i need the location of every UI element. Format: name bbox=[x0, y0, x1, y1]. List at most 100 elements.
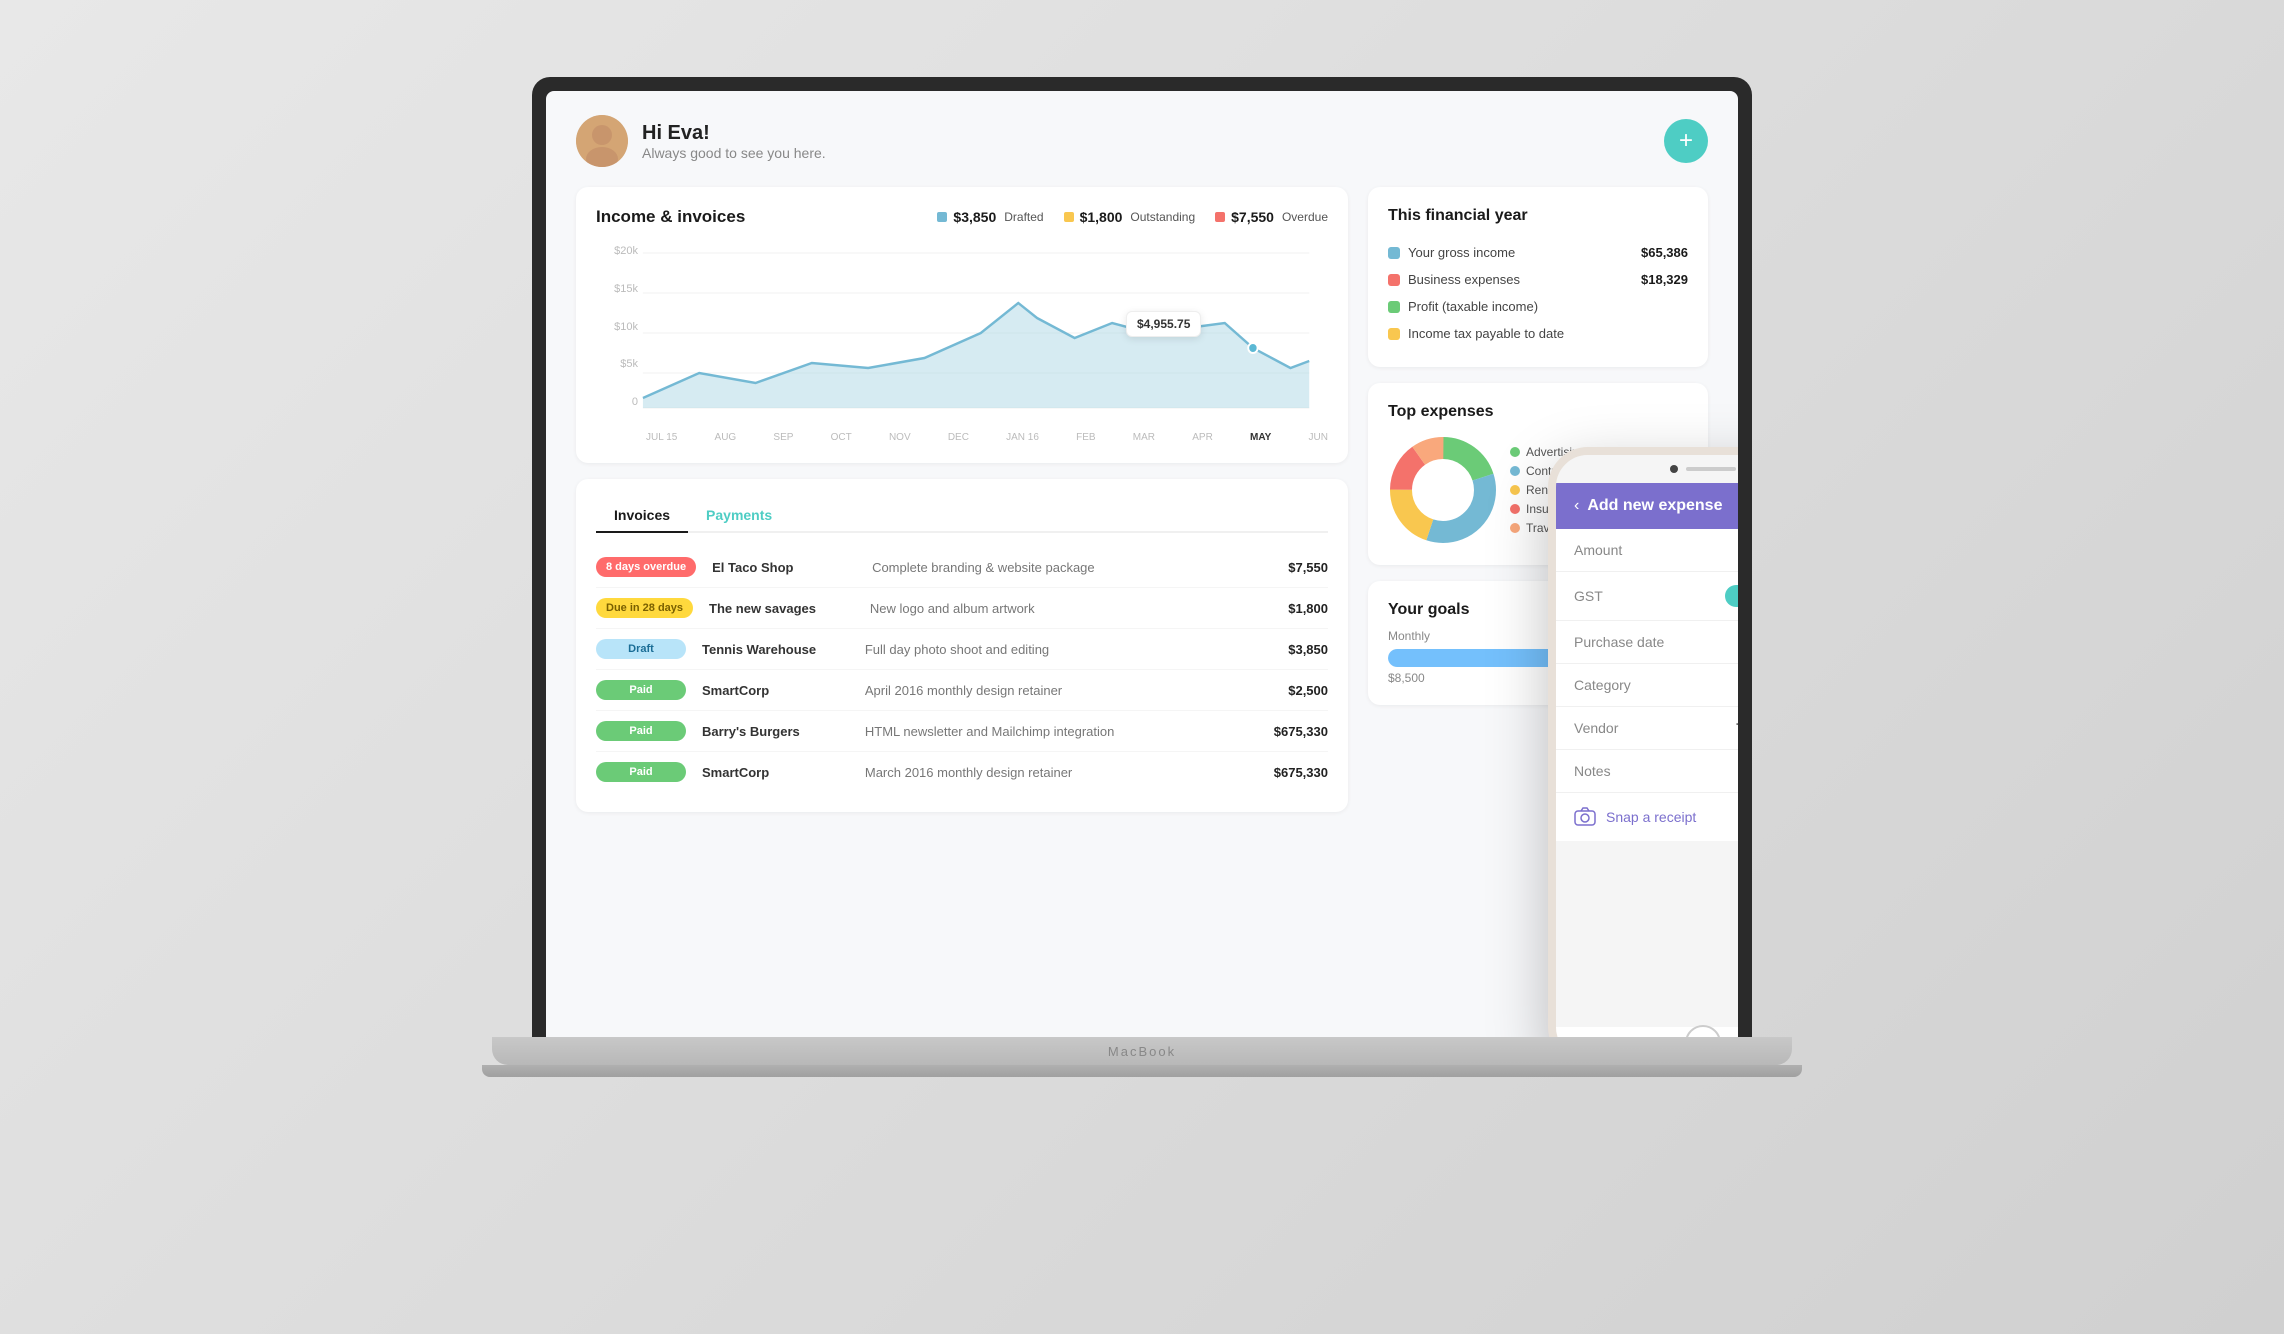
x-label-11: JUN bbox=[1309, 432, 1328, 443]
invoice-desc: Full day photo shoot and editing bbox=[865, 642, 1232, 657]
client-name: The new savages bbox=[709, 601, 854, 616]
laptop-base-lip bbox=[482, 1065, 1802, 1077]
fy-row-left-0: Your gross income bbox=[1388, 245, 1515, 260]
left-panel: Income & invoices $3,850 Drafted bbox=[576, 187, 1348, 1005]
add-button[interactable]: + bbox=[1664, 119, 1708, 163]
invoice-desc: Complete branding & website package bbox=[872, 560, 1232, 575]
donut-hole bbox=[1415, 462, 1471, 518]
x-label-10: MAY bbox=[1250, 432, 1271, 443]
client-name: Tennis Warehouse bbox=[702, 642, 849, 657]
home-button[interactable] bbox=[1685, 1025, 1721, 1037]
vendor-value: Ted's Camera bbox=[1736, 720, 1738, 736]
y-label-5k: $5k bbox=[596, 358, 638, 370]
chart-title: Income & invoices bbox=[596, 207, 745, 227]
outstanding-dot bbox=[1064, 212, 1074, 222]
phone-row-date: Purchase date 5 Jun, 2016 › bbox=[1556, 621, 1738, 664]
fy-title: This financial year bbox=[1388, 207, 1688, 225]
phone-row-gst: GST $305.72 › bbox=[1556, 572, 1738, 621]
status-badge: Draft bbox=[596, 639, 686, 659]
fy-row-2: Profit (taxable income) bbox=[1388, 293, 1688, 320]
invoice-desc: April 2016 monthly design retainer bbox=[865, 683, 1232, 698]
chart-svg bbox=[596, 243, 1328, 443]
fy-dot-1 bbox=[1388, 274, 1400, 286]
fy-row-1: Business expenses $18,329 bbox=[1388, 266, 1688, 293]
phone-speaker bbox=[1686, 467, 1736, 471]
exp-dot-rent bbox=[1510, 485, 1520, 495]
y-label-15k: $15k bbox=[596, 283, 638, 295]
top-exp-title: Top expenses bbox=[1388, 403, 1688, 421]
invoice-amount: $7,550 bbox=[1248, 560, 1328, 575]
y-label-10k: $10k bbox=[596, 321, 638, 333]
client-name: SmartCorp bbox=[702, 765, 849, 780]
fy-amount-1: $18,329 bbox=[1641, 272, 1688, 287]
tab-invoices[interactable]: Invoices bbox=[596, 499, 688, 533]
snap-left: Snap a receipt bbox=[1574, 806, 1696, 828]
laptop-base: MacBook bbox=[492, 1037, 1792, 1065]
fy-label-3: Income tax payable to date bbox=[1408, 326, 1564, 341]
x-label-6: JAN 16 bbox=[1006, 432, 1039, 443]
table-row: Due in 28 days The new savages New logo … bbox=[596, 588, 1328, 629]
table-row: 8 days overdue El Taco Shop Complete bra… bbox=[596, 547, 1328, 588]
table-row: Draft Tennis Warehouse Full day photo sh… bbox=[596, 629, 1328, 670]
invoice-amount: $1,800 bbox=[1248, 601, 1328, 616]
x-label-2: SEP bbox=[773, 432, 793, 443]
fy-amount-0: $65,386 bbox=[1641, 245, 1688, 260]
legend-drafted: $3,850 Drafted bbox=[937, 209, 1043, 225]
tooltip-value: $4,955.75 bbox=[1137, 317, 1190, 331]
phone-row-amount: Amount $3,363.00 › bbox=[1556, 529, 1738, 572]
invoice-list: 8 days overdue El Taco Shop Complete bra… bbox=[596, 547, 1328, 792]
fy-row-3: Income tax payable to date bbox=[1388, 320, 1688, 347]
client-name: El Taco Shop bbox=[712, 560, 856, 575]
x-label-5: DEC bbox=[948, 432, 969, 443]
phone-value-gst: $305.72 › bbox=[1725, 585, 1738, 607]
invoice-desc: March 2016 monthly design retainer bbox=[865, 765, 1232, 780]
invoice-amount: $2,500 bbox=[1248, 683, 1328, 698]
donut-chart bbox=[1388, 435, 1498, 545]
phone-device: ‹ Add new expense Amount $3,363.00 › bbox=[1548, 447, 1738, 1037]
chart-legend: $3,850 Drafted $1,800 Outstanding bbox=[937, 209, 1328, 225]
fy-row-left-3: Income tax payable to date bbox=[1388, 326, 1564, 341]
status-badge: 8 days overdue bbox=[596, 557, 696, 577]
phone-label-category: Category bbox=[1574, 677, 1631, 693]
header-text: Hi Eva! Always good to see you here. bbox=[642, 122, 826, 161]
camera-icon bbox=[1574, 806, 1596, 828]
tab-payments[interactable]: Payments bbox=[688, 499, 790, 533]
chart-card: Income & invoices $3,850 Drafted bbox=[576, 187, 1348, 463]
phone-label-gst: GST bbox=[1574, 588, 1603, 604]
outstanding-amount: $1,800 bbox=[1080, 209, 1123, 225]
snap-label: Snap a receipt bbox=[1606, 809, 1696, 825]
exp-dot-advertising bbox=[1510, 447, 1520, 457]
phone-row-category: Category Camera gear › bbox=[1556, 664, 1738, 707]
phone-label-vendor: Vendor bbox=[1574, 720, 1618, 736]
phone-header: ‹ Add new expense bbox=[1556, 483, 1738, 529]
overdue-label: Overdue bbox=[1282, 210, 1328, 224]
phone-label-notes: Notes bbox=[1574, 763, 1611, 779]
laptop-device: Hi Eva! Always good to see you here. + bbox=[482, 77, 1802, 1257]
client-name: SmartCorp bbox=[702, 683, 849, 698]
gst-toggle[interactable] bbox=[1725, 585, 1738, 607]
drafted-label: Drafted bbox=[1004, 210, 1043, 224]
phone-label-date: Purchase date bbox=[1574, 634, 1664, 650]
client-name: Barry's Burgers bbox=[702, 724, 849, 739]
status-badge: Paid bbox=[596, 680, 686, 700]
chart-tooltip: $4,955.75 bbox=[1126, 311, 1201, 337]
invoice-amount: $675,330 bbox=[1248, 724, 1328, 739]
y-label-20k: $20k bbox=[596, 245, 638, 257]
x-label-0: JUL 15 bbox=[646, 432, 677, 443]
phone-row-notes: Notes Nikon D810 › bbox=[1556, 750, 1738, 793]
phone-title: Add new expense bbox=[1587, 497, 1722, 515]
phone-row-snap[interactable]: Snap a receipt › bbox=[1556, 793, 1738, 841]
avatar bbox=[576, 115, 628, 167]
phone-back-button[interactable]: ‹ bbox=[1574, 497, 1579, 515]
fy-row-0: Your gross income $65,386 bbox=[1388, 239, 1688, 266]
overdue-amount: $7,550 bbox=[1231, 209, 1274, 225]
fy-dot-0 bbox=[1388, 247, 1400, 259]
invoices-card: Invoices Payments 8 days overdue El Taco… bbox=[576, 479, 1348, 812]
fy-dot-2 bbox=[1388, 301, 1400, 313]
exp-dot-insurance bbox=[1510, 504, 1520, 514]
table-row: Paid SmartCorp March 2016 monthly design… bbox=[596, 752, 1328, 792]
x-label-4: NOV bbox=[889, 432, 911, 443]
legend-outstanding: $1,800 Outstanding bbox=[1064, 209, 1196, 225]
x-label-9: APR bbox=[1192, 432, 1213, 443]
status-badge: Paid bbox=[596, 721, 686, 741]
